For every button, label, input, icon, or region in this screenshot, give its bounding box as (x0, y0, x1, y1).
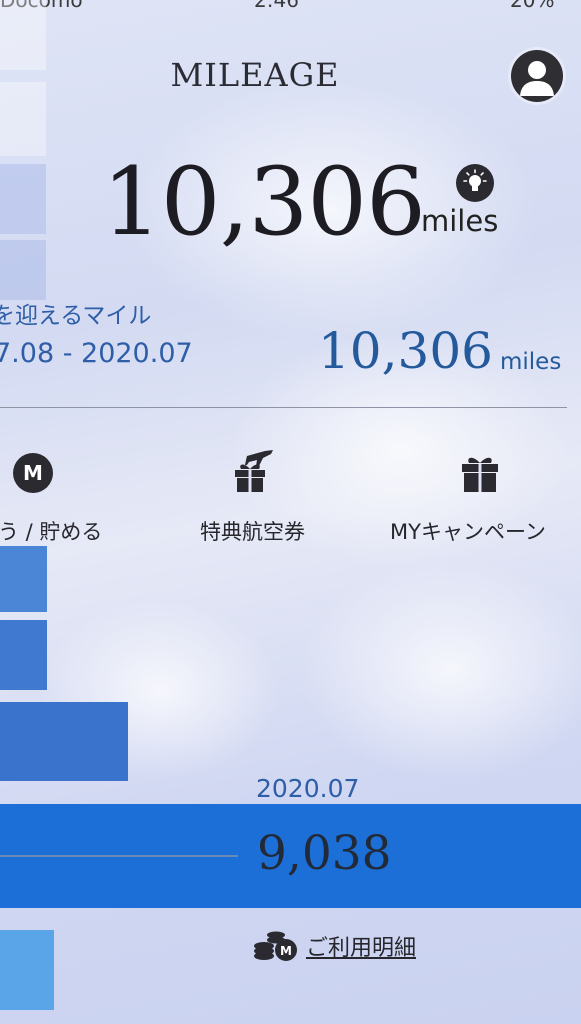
profile-button[interactable] (511, 50, 563, 102)
usage-history-link[interactable]: ご利用明細 (306, 930, 416, 962)
expiring-miles-unit: miles (500, 349, 562, 375)
menu-item-my-campaign[interactable] (460, 452, 500, 494)
menu-label-use-save[interactable]: う / 貯める (0, 516, 102, 546)
expiring-miles-value: 10,306 (318, 322, 493, 380)
svg-text:M: M (280, 944, 292, 958)
month-bar[interactable] (0, 702, 128, 781)
month-bar[interactable] (0, 620, 47, 690)
bar-indicator-line (0, 855, 238, 857)
lightbulb-icon (463, 169, 487, 191)
info-button[interactable] (456, 164, 494, 202)
selected-month-value: 9,038 (257, 826, 392, 881)
m-coin-icon: M (13, 453, 53, 493)
expiring-period: 7.08 - 2020.07 (0, 338, 193, 369)
svg-text:M: M (23, 461, 43, 485)
coins-m-icon: M (254, 931, 297, 961)
status-time: 2:46 (254, 0, 299, 12)
left-panel-strip (0, 164, 46, 234)
menu-label-award-ticket[interactable]: 特典航空券 (200, 516, 305, 546)
menu-label-my-campaign[interactable]: MYキャンペーン (390, 516, 546, 546)
battery-label: 20% (510, 0, 555, 12)
expiring-miles-label: を迎えるマイル (0, 303, 152, 329)
page-title: MILEAGE (170, 56, 340, 94)
person-icon (520, 61, 554, 96)
gift-icon (462, 457, 498, 492)
menu-item-award-ticket[interactable] (229, 448, 277, 494)
mileage-screen: { "status_bar": { "carrier": "Docomo", "… (0, 0, 581, 1024)
left-panel-strip (0, 240, 46, 300)
selected-month-label: 2020.07 (256, 774, 360, 803)
total-miles-unit: miles (421, 204, 499, 238)
month-bar[interactable] (0, 930, 54, 1010)
total-miles-value: 10,306 (102, 148, 426, 257)
month-bar[interactable] (0, 546, 47, 612)
status-bar: Docomo 2:46 20% (0, 0, 581, 12)
gift-plane-icon (235, 450, 273, 492)
history-link-icon[interactable]: M (253, 926, 299, 962)
section-divider (0, 407, 567, 408)
menu-item-use-save[interactable]: M (12, 452, 54, 494)
